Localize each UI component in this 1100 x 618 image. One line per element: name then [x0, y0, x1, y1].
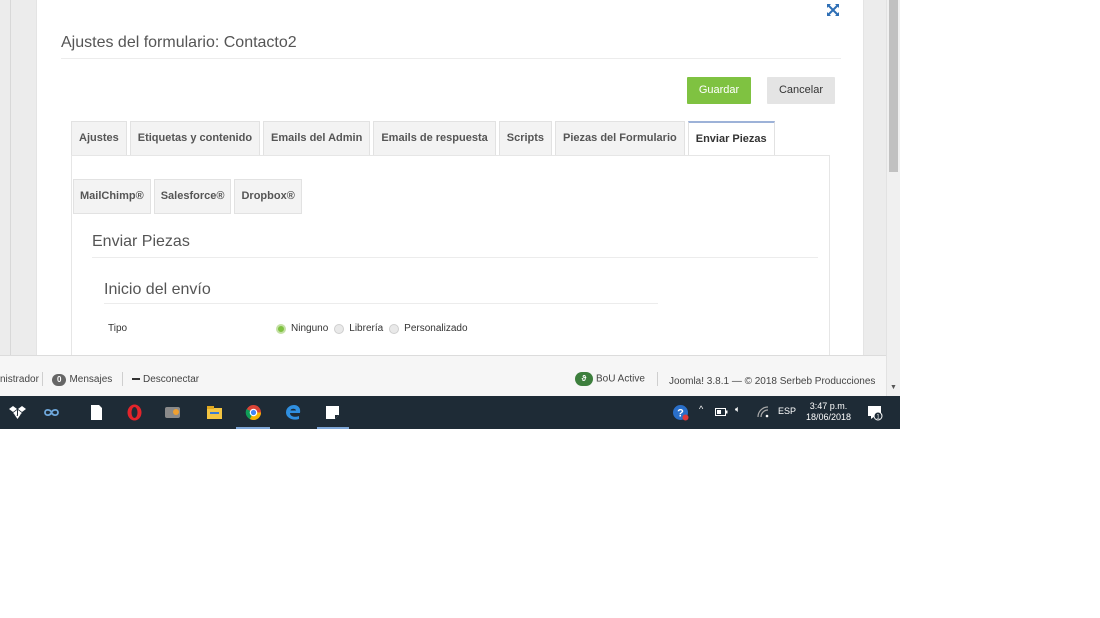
- language-indicator[interactable]: ESP: [778, 406, 796, 416]
- save-button[interactable]: Guardar: [687, 77, 751, 104]
- radio-libreria-label: Librería: [349, 323, 384, 334]
- subtab-dropbox[interactable]: Dropbox®: [234, 179, 302, 214]
- messages-count-badge: 0: [52, 374, 67, 386]
- status-separator: [42, 372, 43, 386]
- type-field-label: Tipo: [108, 323, 128, 334]
- file-icon[interactable]: [88, 404, 105, 421]
- form-settings-modal: Ajustes del formulario: Contacto2 Guarda…: [36, 0, 864, 355]
- edge-icon[interactable]: [285, 404, 302, 421]
- subtab-mailchimp[interactable]: MailChimp®: [73, 179, 151, 214]
- settings-tabs: Ajustes Etiquetas y contenido Emails del…: [71, 121, 778, 157]
- subsection-title: Inicio del envío: [104, 281, 211, 298]
- chevron-up-icon[interactable]: ^: [699, 404, 703, 414]
- radio-ninguno-label: Ninguno: [291, 323, 329, 334]
- battery-icon[interactable]: [715, 406, 728, 418]
- status-separator: [122, 372, 123, 386]
- logout-label: Desconectar: [143, 374, 200, 385]
- active-app-indicator: [236, 427, 270, 429]
- file-explorer-icon[interactable]: [206, 404, 223, 421]
- game-icon[interactable]: [164, 404, 181, 421]
- minus-icon: [132, 378, 140, 381]
- tab-scripts[interactable]: Scripts: [498, 121, 553, 155]
- messages-link[interactable]: 0 Mensajes: [52, 374, 112, 386]
- bou-status[interactable]: ϑ BoU Active: [575, 372, 645, 386]
- status-separator: [657, 372, 658, 386]
- radio-libreria[interactable]: [334, 323, 345, 334]
- modal-title: Ajustes del formulario: Contacto2: [61, 34, 297, 51]
- windows-taskbar: ? ^ 🔈︎ ESP 3:47 p.m. 18/06/2018 1: [0, 396, 900, 429]
- opera-icon[interactable]: [126, 404, 143, 421]
- sticky-notes-icon[interactable]: [324, 404, 341, 421]
- tab-etiquetas[interactable]: Etiquetas y contenido: [129, 121, 261, 155]
- section-title: Enviar Piezas: [92, 233, 190, 250]
- clock-date: 18/06/2018: [806, 412, 852, 422]
- type-radio-group: Ninguno Librería Personalizado: [276, 323, 474, 334]
- bou-leaf-icon: ϑ: [575, 372, 593, 386]
- subsection-divider: [104, 303, 658, 304]
- page-scrollbar[interactable]: ▼: [886, 0, 900, 396]
- running-app-indicator: [317, 427, 349, 429]
- scroll-down-arrow-icon[interactable]: ▼: [890, 384, 897, 391]
- cancel-button[interactable]: Cancelar: [767, 77, 835, 104]
- tab-emails-respuesta[interactable]: Emails de respuesta: [373, 121, 496, 155]
- dropbox-icon[interactable]: [9, 404, 26, 421]
- logout-link[interactable]: Desconectar: [132, 374, 199, 385]
- version-text: Joomla! 3.8.1 — © 2018 Serbeb Produccion…: [669, 376, 876, 387]
- tab-enviar-piezas[interactable]: Enviar Piezas: [687, 121, 775, 157]
- wifi-icon[interactable]: [757, 406, 769, 418]
- chrome-icon[interactable]: [245, 404, 262, 421]
- tab-piezas-formulario[interactable]: Piezas del Formulario: [555, 121, 685, 155]
- messages-label: Mensajes: [69, 374, 113, 385]
- user-link[interactable]: nistrador: [0, 374, 39, 385]
- subtab-salesforce[interactable]: Salesforce®: [153, 179, 232, 214]
- radio-personalizado-label: Personalizado: [404, 323, 468, 334]
- browser-viewport: Ajustes del formulario: Contacto2 Guarda…: [0, 0, 900, 429]
- radio-personalizado[interactable]: [389, 323, 400, 334]
- tab-ajustes[interactable]: Ajustes: [71, 121, 127, 155]
- admin-status-bar: nistrador 0 Mensajes Desconectar ϑ BoU Act…: [0, 355, 886, 397]
- section-divider: [92, 257, 818, 258]
- infinity-icon[interactable]: [43, 404, 60, 421]
- volume-icon[interactable]: 🔈︎: [735, 404, 740, 415]
- expand-icon[interactable]: [826, 3, 840, 17]
- scrollbar-thumb[interactable]: [889, 0, 898, 172]
- radio-ninguno[interactable]: [276, 323, 286, 334]
- notification-center-icon[interactable]: 1: [866, 404, 883, 421]
- help-icon[interactable]: ?: [672, 404, 689, 421]
- tab-panel: MailChimp® Salesforce® Dropbox® Enviar P…: [71, 155, 830, 355]
- integration-subtabs: MailChimp® Salesforce® Dropbox®: [73, 179, 305, 214]
- taskbar-clock[interactable]: 3:47 p.m. 18/06/2018: [806, 401, 851, 423]
- backdrop-strip: [0, 0, 11, 355]
- bou-label: BoU Active: [596, 373, 645, 385]
- title-divider: [61, 58, 841, 59]
- tab-emails-admin[interactable]: Emails del Admin: [263, 121, 371, 155]
- clock-time: 3:47 p.m.: [809, 401, 848, 411]
